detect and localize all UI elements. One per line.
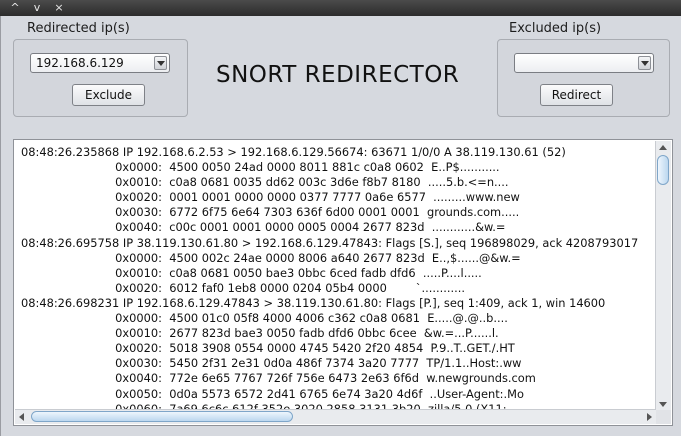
log-line: 0x0030: 5450 2f31 2e31 0d0a 486f 7374 3a… [21,356,522,371]
redirected-ips-label: Redirected ip(s) [27,21,130,36]
page-title: SNORT REDIRECTOR [216,62,460,88]
window-titlebar: ^ v × [0,0,681,16]
excluded-ip-select[interactable] [514,53,654,73]
scroll-corner [656,410,671,424]
log-line: 0x0040: 772e 6e65 7767 726f 756e 6473 2e… [21,371,536,386]
redirect-button[interactable]: Redirect [540,84,613,106]
log-line: 0x0020: 6012 faf0 1eb8 0000 0204 05b4 00… [21,280,465,295]
packet-log-area[interactable]: 08:48:26.235868 IP 192.168.6.2.53 > 192.… [13,139,673,426]
close-icon[interactable]: × [48,0,70,16]
scroll-right-icon[interactable] [647,413,652,421]
excluded-ips-label: Excluded ip(s) [509,21,602,36]
horizontal-scroll-thumb[interactable] [31,411,293,422]
redirected-ip-select[interactable]: 192.168.6.129 [30,53,170,73]
log-line: 0x0040: c00c 0001 0001 0000 0005 0004 26… [21,220,506,235]
vertical-scrollbar[interactable] [655,141,671,411]
log-line: 0x0020: 0001 0001 0000 0000 0377 7777 0a… [21,190,520,205]
log-line: 0x0030: 6772 6f75 6e64 7303 636f 6d00 00… [21,205,520,220]
chevron-down-icon[interactable]: v [26,0,48,16]
chevron-down-icon[interactable] [638,56,651,70]
log-line: 08:48:26.235868 IP 192.168.6.2.53 > 192.… [21,145,566,159]
redirected-ips-panel: 192.168.6.129 Exclude [13,39,188,117]
log-line: 0x0010: 2677 823d bae3 0050 fadb dfd6 0b… [21,326,499,341]
log-line: 08:48:26.698231 IP 192.168.6.129.47843 >… [21,295,606,310]
scroll-left-icon[interactable] [19,413,24,421]
vertical-scroll-thumb[interactable] [657,155,669,185]
log-line: 0x0000: 4500 01c0 05f8 4000 4006 c362 c0… [21,311,508,326]
log-line: 0x0000: 4500 002c 24ae 0000 8006 a640 26… [21,250,521,265]
log-line: 0x0020: 5018 3908 0554 0000 4745 5420 2f… [21,341,515,356]
chevron-up-icon[interactable]: ^ [4,0,26,16]
excluded-ips-panel: Redirect [497,39,670,117]
exclude-button[interactable]: Exclude [72,84,145,106]
chevron-down-icon[interactable] [154,56,167,70]
redirected-ip-value: 192.168.6.129 [36,56,124,70]
log-line: 0x0050: 0d0a 5573 6572 2d41 6765 6e74 3a… [21,386,524,401]
log-line: 08:48:26.695758 IP 38.119.130.61.80 > 19… [21,235,639,250]
packet-log-text: 08:48:26.235868 IP 192.168.6.2.53 > 192.… [21,145,656,410]
log-line: 0x0010: c0a8 0681 0035 dd62 003c 3d6e f8… [21,175,509,190]
log-line: 0x0000: 4500 0050 24ad 0000 8011 881c c0… [21,160,500,175]
horizontal-scrollbar[interactable] [15,409,656,424]
scroll-up-icon[interactable] [659,145,667,150]
log-line: 0x0010: c0a8 0681 0050 bae3 0bbc 6ced fa… [21,265,482,280]
scroll-down-icon[interactable] [659,402,667,407]
